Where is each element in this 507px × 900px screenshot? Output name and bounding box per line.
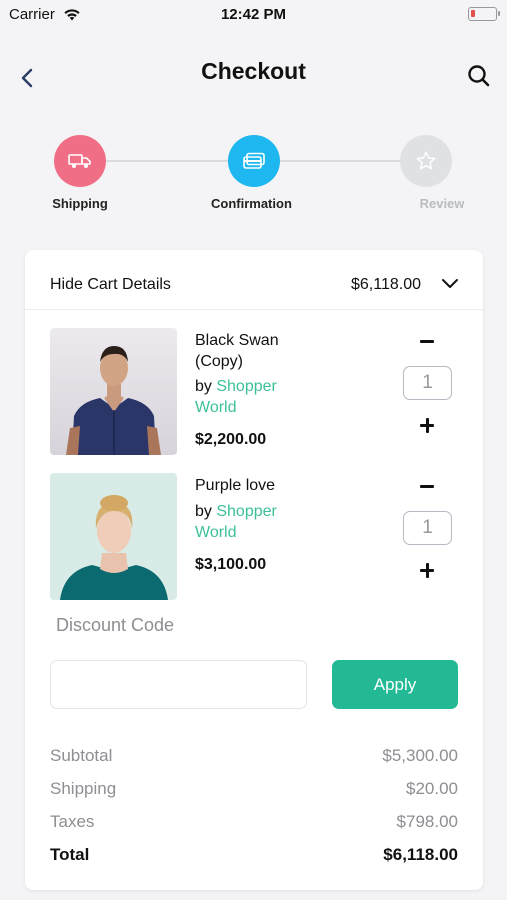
star-icon — [416, 151, 436, 170]
credit-card-icon — [243, 152, 265, 169]
step-connector — [106, 160, 228, 162]
product-price: $3,100.00 — [195, 556, 267, 573]
shipping-value: $20.00 — [406, 779, 458, 798]
page-title: Checkout — [201, 58, 306, 84]
by-label: by — [195, 378, 212, 395]
quantity-decrease-button[interactable] — [412, 328, 442, 354]
cart-item: Purple love by Shopper World $3,100.00 1 — [50, 473, 460, 603]
summary-row-shipping: Shipping $20.00 — [50, 779, 458, 801]
step-label-confirmation: Confirmation — [211, 196, 292, 211]
product-name: Purple love — [195, 477, 276, 494]
summary-row-taxes: Taxes $798.00 — [50, 812, 458, 834]
discount-code-input[interactable] — [50, 660, 307, 709]
step-label-shipping: Shipping — [52, 196, 108, 211]
shipping-label: Shipping — [50, 779, 117, 798]
product-image — [50, 473, 177, 600]
apply-button[interactable]: Apply — [332, 660, 458, 709]
quantity-increase-button[interactable] — [412, 412, 442, 438]
quantity-field[interactable]: 1 — [403, 366, 452, 400]
step-confirmation[interactable] — [228, 135, 280, 187]
step-shipping[interactable] — [54, 135, 106, 187]
quantity-field[interactable]: 1 — [403, 511, 452, 545]
cart-total: $6,118.00 — [351, 276, 421, 293]
subtotal-value: $5,300.00 — [382, 746, 458, 765]
total-label: Total — [50, 845, 90, 864]
step-review[interactable] — [400, 135, 452, 187]
battery-icon — [468, 7, 500, 21]
product-vendor-line: by Shopper World — [195, 376, 315, 418]
total-value: $6,118.00 — [383, 845, 458, 864]
summary-row-total: Total $6,118.00 — [50, 845, 458, 867]
product-image — [50, 328, 177, 455]
product-price: $2,200.00 — [195, 431, 267, 448]
taxes-value: $798.00 — [396, 812, 458, 831]
status-bar: Carrier 12:42 PM — [0, 0, 507, 30]
status-time: 12:42 PM — [220, 6, 287, 23]
hide-cart-details-toggle[interactable]: Hide Cart Details — [50, 276, 171, 294]
step-label-review: Review — [419, 196, 465, 211]
taxes-label: Taxes — [50, 812, 95, 831]
quantity-increase-button[interactable] — [412, 557, 442, 583]
summary-row-subtotal: Subtotal $5,300.00 — [50, 746, 458, 768]
quantity-decrease-button[interactable] — [412, 473, 442, 499]
product-name: Black Swan (Copy) — [195, 332, 279, 370]
subtotal-label: Subtotal — [50, 746, 113, 765]
truck-icon — [68, 154, 91, 168]
cart-item: Black Swan (Copy) by Shopper World $2,20… — [50, 328, 460, 458]
search-button[interactable] — [465, 62, 493, 90]
search-icon — [468, 65, 490, 87]
step-connector — [280, 160, 400, 162]
by-label: by — [195, 503, 212, 520]
cart-header: Hide Cart Details $6,118.00 — [25, 250, 483, 310]
chevron-down-icon[interactable] — [441, 275, 459, 293]
checkout-stepper: Shipping Confirmation Review — [0, 130, 507, 220]
product-vendor-line: by Shopper World — [195, 501, 315, 543]
discount-code-label: Discount Code — [56, 615, 175, 635]
cart-card: Hide Cart Details $6,118.00 Black Swan (… — [25, 250, 483, 890]
